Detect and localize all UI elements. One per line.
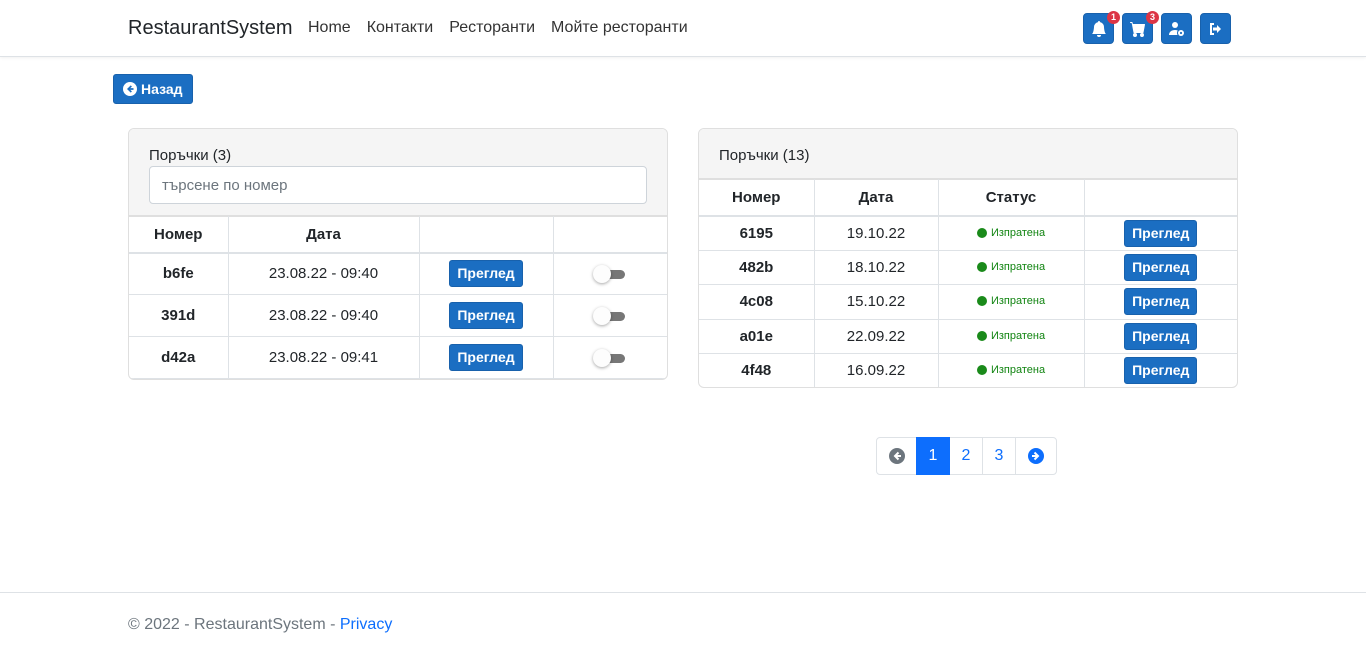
table-row: b6fe 23.08.22 - 09:40 Преглед xyxy=(129,252,667,295)
notifications-badge: 1 xyxy=(1107,11,1120,24)
column-header-number: Номер xyxy=(129,216,229,254)
status-dot-icon xyxy=(976,227,987,238)
footer: © 2022 - RestaurantSystem - Privacy xyxy=(0,592,1366,653)
status-dot-icon xyxy=(976,365,987,376)
table-row: a01e 22.09.22 Изпратена Преглед xyxy=(699,318,1237,354)
order-toggle-switch[interactable] xyxy=(593,264,627,283)
pending-orders-title: Поръчки (3) xyxy=(149,147,232,164)
prev-page-button[interactable] xyxy=(876,437,917,475)
status-dot-icon xyxy=(976,261,987,272)
order-date: 23.08.22 - 09:40 xyxy=(227,252,420,295)
table-row: d42a 23.08.22 - 09:41 Преглед xyxy=(129,336,667,379)
cart-badge: 3 xyxy=(1146,11,1159,24)
column-header-action xyxy=(418,216,554,254)
order-toggle-switch[interactable] xyxy=(593,306,627,325)
status-label: Изпратена xyxy=(990,260,1046,273)
page-3-button[interactable]: 3 xyxy=(982,437,1016,475)
table-row: 6195 19.10.22 Изпратена Преглед xyxy=(699,215,1237,251)
order-number: 4c08 xyxy=(699,284,815,320)
status-badge: Изпратена xyxy=(976,226,1046,239)
order-date: 15.10.22 xyxy=(813,284,939,320)
footer-copyright: © 2022 - RestaurantSystem - xyxy=(128,616,340,633)
order-number: d42a xyxy=(129,336,229,379)
order-date: 23.08.22 - 09:40 xyxy=(227,294,420,337)
column-header-date: Дата xyxy=(813,179,939,217)
column-header-toggle xyxy=(552,216,667,254)
column-header-status: Статус xyxy=(937,179,1085,217)
status-dot-icon xyxy=(976,296,987,307)
status-dot-icon xyxy=(976,330,987,341)
order-date: 16.09.22 xyxy=(813,353,939,387)
profile-settings-button[interactable] xyxy=(1161,13,1192,44)
table-row: 4c08 15.10.22 Изпратена Преглед xyxy=(699,284,1237,320)
nav-link-contacts[interactable]: Контакти xyxy=(359,19,442,37)
orders-table: Номер Дата Статус 6195 19.10.22 Изпратен… xyxy=(699,179,1237,387)
status-label: Изпратена xyxy=(990,329,1046,342)
arrow-left-circle-icon xyxy=(888,448,905,464)
status-badge: Изпратена xyxy=(976,329,1046,342)
status-badge: Изпратена xyxy=(976,295,1046,308)
orders-card: Поръчки (13) Номер Дата Статус 6195 19.1… xyxy=(698,128,1238,388)
logout-button[interactable] xyxy=(1200,13,1231,44)
navbar: RestaurantSystem Home Контакти Ресторант… xyxy=(0,0,1366,57)
back-button[interactable]: Назад xyxy=(113,74,193,104)
nav-link-restaurants[interactable]: Ресторанти xyxy=(441,19,543,37)
next-page-button[interactable] xyxy=(1015,437,1057,475)
order-number: b6fe xyxy=(129,252,229,295)
column-header-date: Дата xyxy=(227,216,420,254)
order-search-input[interactable] xyxy=(149,166,647,204)
notifications-button[interactable]: 1 xyxy=(1083,11,1120,44)
status-label: Изпратена xyxy=(990,295,1046,308)
view-order-button[interactable]: Преглед xyxy=(1124,219,1198,247)
view-order-button[interactable]: Преглед xyxy=(449,302,523,329)
cart-button[interactable]: 3 xyxy=(1122,11,1159,44)
order-number: a01e xyxy=(699,318,815,354)
status-badge: Изпратена xyxy=(976,364,1046,377)
user-gear-icon xyxy=(1168,21,1184,36)
pagination: 1 2 3 xyxy=(876,437,1057,475)
nav-icons: 1 3 xyxy=(1083,11,1231,44)
bell-icon xyxy=(1091,20,1106,37)
table-row: 391d 23.08.22 - 09:40 Преглед xyxy=(129,294,667,337)
table-row: 482b 18.10.22 Изпратена Преглед xyxy=(699,249,1237,285)
order-date: 23.08.22 - 09:41 xyxy=(227,336,420,379)
order-number: 482b xyxy=(699,249,815,285)
order-date: 19.10.22 xyxy=(813,215,939,251)
order-date: 22.09.22 xyxy=(813,318,939,354)
view-order-button[interactable]: Преглед xyxy=(449,260,523,288)
arrow-left-circle-icon xyxy=(123,82,137,96)
back-button-label: Назад xyxy=(141,81,183,97)
arrow-right-circle-icon xyxy=(1028,448,1044,464)
status-badge: Изпратена xyxy=(976,260,1046,273)
column-header-action xyxy=(1083,179,1237,217)
view-order-button[interactable]: Преглед xyxy=(1124,357,1198,385)
view-order-button[interactable]: Преглед xyxy=(1124,253,1198,281)
nav-link-home[interactable]: Home xyxy=(300,19,359,37)
brand-link[interactable]: RestaurantSystem xyxy=(128,17,293,40)
order-number: 6195 xyxy=(699,215,815,251)
orders-title: Поръчки (13) xyxy=(719,147,810,164)
view-order-button[interactable]: Преглед xyxy=(449,344,523,371)
view-order-button[interactable]: Преглед xyxy=(1124,322,1198,350)
status-label: Изпратена xyxy=(990,226,1046,239)
order-number: 4f48 xyxy=(699,353,815,387)
logout-icon xyxy=(1209,22,1221,35)
nav-links: Home Контакти Ресторанти Мойте ресторант… xyxy=(300,19,696,37)
status-label: Изпратена xyxy=(990,364,1046,377)
column-header-number: Номер xyxy=(699,179,815,217)
order-toggle-switch[interactable] xyxy=(593,348,627,367)
order-date: 18.10.22 xyxy=(813,249,939,285)
pending-orders-card: Поръчки (3) Номер Дата b6fe 23.08.22 - 0… xyxy=(128,128,668,380)
view-order-button[interactable]: Преглед xyxy=(1124,288,1198,316)
page-2-button[interactable]: 2 xyxy=(949,437,983,475)
pending-orders-table: Номер Дата b6fe 23.08.22 - 09:40 Преглед… xyxy=(129,216,667,379)
orders-header: Поръчки (13) xyxy=(699,129,1237,179)
page-1-button[interactable]: 1 xyxy=(916,437,950,475)
order-number: 391d xyxy=(129,294,229,337)
pending-orders-header: Поръчки (3) xyxy=(129,129,667,216)
nav-link-my-restaurants[interactable]: Мойте ресторанти xyxy=(543,19,696,37)
table-row: 4f48 16.09.22 Изпратена Преглед xyxy=(699,353,1237,387)
cart-icon xyxy=(1129,21,1145,37)
privacy-link[interactable]: Privacy xyxy=(340,616,392,633)
